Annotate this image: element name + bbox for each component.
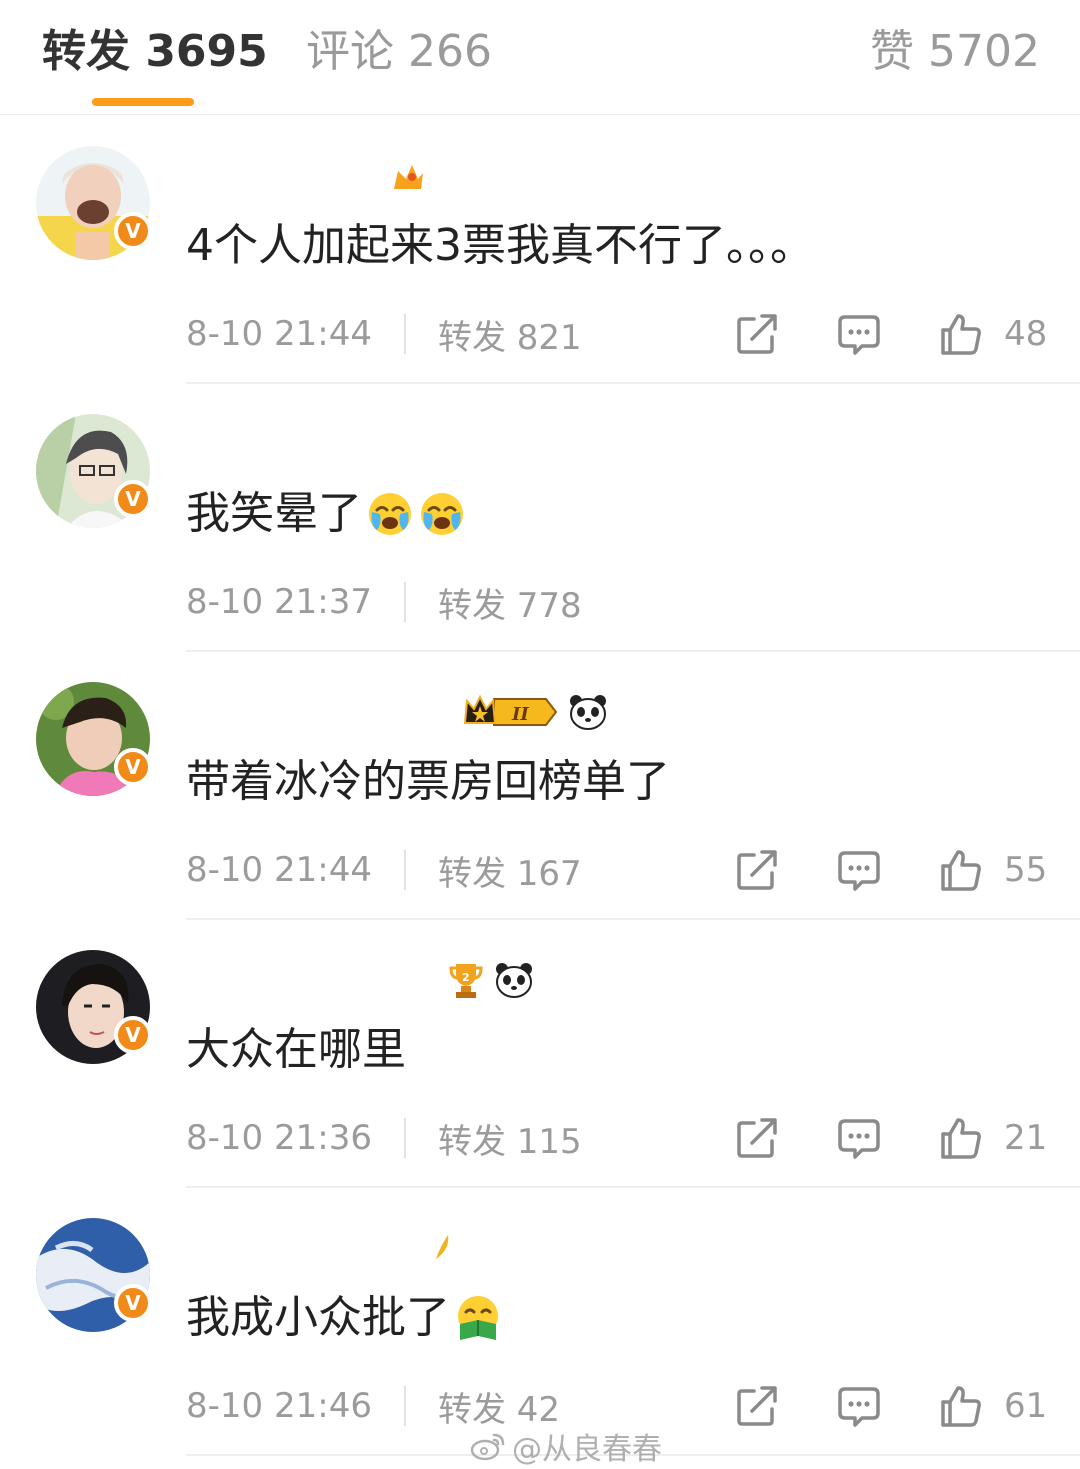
meta-divider <box>403 582 406 622</box>
like-button[interactable]: 61 <box>938 1382 1047 1430</box>
thumbs-up-icon <box>941 1386 981 1427</box>
verified-badge-icon: V <box>114 1284 152 1322</box>
like-count: 61 <box>1004 1386 1048 1426</box>
reply-button[interactable] <box>836 1382 882 1430</box>
user-badges: 2 <box>448 960 534 1000</box>
share-icon <box>737 1386 777 1426</box>
feather-badge-icon <box>436 1235 449 1259</box>
thumbs-up-icon <box>941 850 981 891</box>
comment-text-body: 我笑晕了 <box>186 488 362 539</box>
comment-icon <box>838 851 880 891</box>
comment-meta: 8-10 21:46 转发 42 <box>186 1382 560 1430</box>
tab-comments[interactable]: 评论 266 <box>306 22 492 82</box>
repost-count[interactable]: 转发 167 <box>438 846 582 895</box>
meta-divider <box>403 1118 406 1158</box>
tab-bar: 转发 3695 评论 266 赞 5702 <box>0 0 1080 115</box>
like-count: 21 <box>1004 1118 1048 1158</box>
timestamp: 8-10 21:46 <box>186 1386 372 1426</box>
action-bar: 61 <box>734 1382 1054 1430</box>
list-item: V II 带着冰冷的票房回榜单了 8-10 21:44 转发 167 55 <box>0 652 1080 920</box>
thumbs-up-icon <box>941 1118 981 1159</box>
share-button[interactable] <box>734 310 780 358</box>
watermark: @从良春春 <box>470 1424 662 1468</box>
user-badges: II <box>462 692 608 732</box>
comment-meta: 8-10 21:44 转发 821 <box>186 310 582 358</box>
comment-meta: 8-10 21:37 转发 778 <box>186 578 582 626</box>
comment-icon <box>838 315 880 355</box>
repost-count[interactable]: 转发 778 <box>438 578 582 627</box>
like-button[interactable]: 55 <box>938 846 1047 894</box>
timestamp: 8-10 21:44 <box>186 314 372 354</box>
comment-text: 带着冰冷的票房回榜单了 <box>186 756 670 807</box>
svg-text:2: 2 <box>462 971 470 984</box>
weibo-logo-icon <box>470 1433 505 1461</box>
repost-count[interactable]: 转发 115 <box>438 1114 582 1163</box>
comment-text: 我成小众批了 <box>186 1286 502 1350</box>
list-item: V 2 大众在哪里 8-10 21:36 转发 115 21 <box>0 920 1080 1188</box>
like-button[interactable]: 48 <box>938 310 1047 358</box>
verified-badge-icon: V <box>114 1016 152 1054</box>
thumbs-up-icon <box>941 314 981 355</box>
svg-text:II: II <box>511 704 529 725</box>
comment-meta: 8-10 21:44 转发 167 <box>186 846 582 894</box>
verified-badge-icon: V <box>114 748 152 786</box>
avatar[interactable]: V <box>36 1218 152 1332</box>
action-bar: 55 <box>734 846 1054 894</box>
tab-reposts[interactable]: 转发 3695 <box>42 22 268 82</box>
share-icon <box>737 850 777 890</box>
share-button[interactable] <box>734 1382 780 1430</box>
active-tab-indicator <box>92 98 194 106</box>
reply-button[interactable] <box>836 310 882 358</box>
reply-button[interactable] <box>836 1114 882 1162</box>
crown-badge-icon <box>394 165 423 189</box>
crying-laughing-emoji-icon <box>421 493 463 535</box>
panda-icon <box>570 695 606 730</box>
verified-badge-icon: V <box>114 212 152 250</box>
comment-icon <box>838 1119 880 1159</box>
watermark-text: @从良春春 <box>512 1432 662 1467</box>
user-badges <box>430 1228 452 1268</box>
repost-count[interactable]: 转发 821 <box>438 310 582 359</box>
comment-icon <box>838 1387 880 1427</box>
avatar[interactable]: V <box>36 146 152 260</box>
reading-book-emoji-icon <box>458 1296 498 1340</box>
meta-divider <box>403 1386 406 1426</box>
list-item: V 我笑晕了 8-10 21:37 转发 778 <box>0 384 1080 652</box>
vip-crown-level-badge-icon: II <box>463 694 558 726</box>
share-icon <box>737 314 777 354</box>
share-button[interactable] <box>734 1114 780 1162</box>
crying-laughing-emoji-icon <box>369 493 411 535</box>
user-badges <box>390 156 426 196</box>
timestamp: 8-10 21:44 <box>186 850 372 890</box>
list-item: V 4个人加起来3票我真不行了。。。 8-10 21:44 转发 821 48 <box>0 116 1080 384</box>
meta-divider <box>403 314 406 354</box>
share-button[interactable] <box>734 846 780 894</box>
trophy-badge-icon: 2 <box>449 964 483 998</box>
comment-text: 我笑晕了 <box>186 482 466 546</box>
avatar[interactable]: V <box>36 950 152 1064</box>
repost-list: V 4个人加起来3票我真不行了。。。 8-10 21:44 转发 821 48 … <box>0 116 1080 1456</box>
tab-likes[interactable]: 赞 5702 <box>870 22 1040 82</box>
avatar[interactable]: V <box>36 414 152 528</box>
comment-meta: 8-10 21:36 转发 115 <box>186 1114 582 1162</box>
meta-divider <box>403 850 406 890</box>
comment-text: 大众在哪里 <box>186 1024 406 1075</box>
reply-button[interactable] <box>836 846 882 894</box>
list-item: V 我成小众批了 8-10 21:46 转发 42 61 <box>0 1188 1080 1456</box>
timestamp: 8-10 21:36 <box>186 1118 372 1158</box>
like-count: 55 <box>1004 850 1048 890</box>
panda-icon <box>496 963 532 998</box>
comment-text: 4个人加起来3票我真不行了。。。 <box>186 220 814 271</box>
like-button[interactable]: 21 <box>938 1114 1047 1162</box>
like-count: 48 <box>1004 314 1048 354</box>
avatar[interactable]: V <box>36 682 152 796</box>
comment-text-body: 我成小众批了 <box>186 1292 450 1343</box>
action-bar: 48 <box>734 310 1054 358</box>
share-icon <box>737 1118 777 1158</box>
action-bar: 21 <box>734 1114 1054 1162</box>
verified-badge-icon: V <box>114 480 152 518</box>
timestamp: 8-10 21:37 <box>186 582 372 622</box>
